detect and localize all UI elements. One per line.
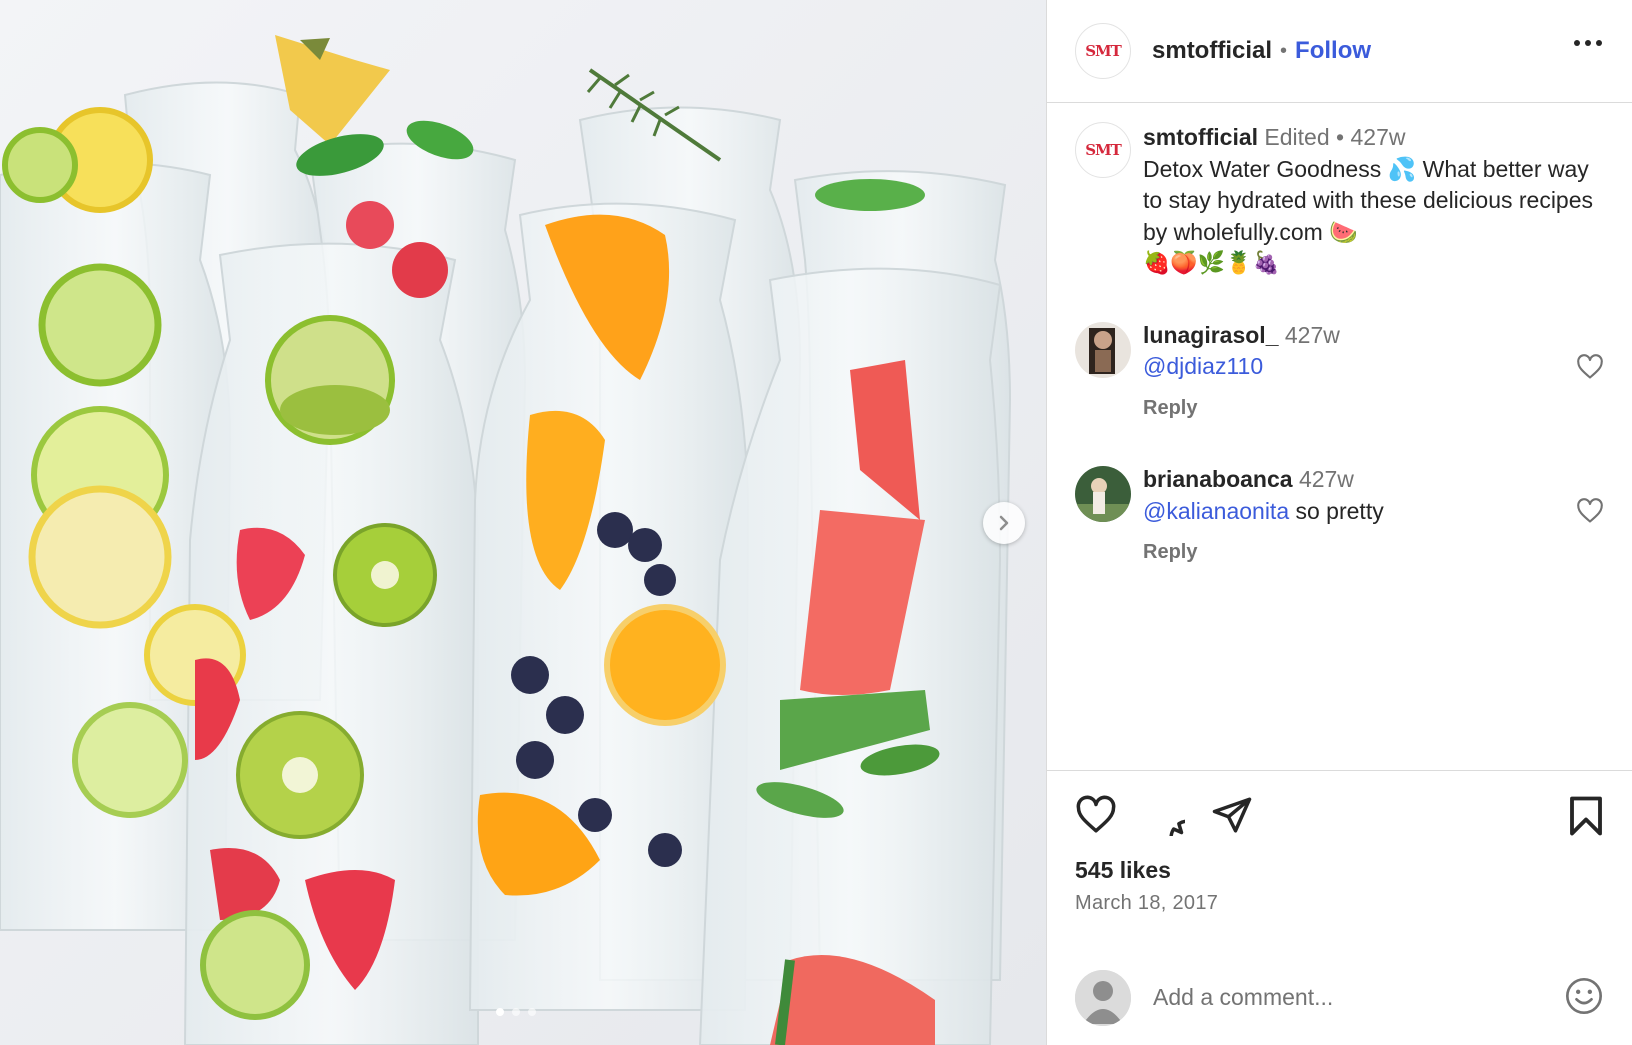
avatar-logo-text: SMT (1085, 141, 1122, 159)
comment-text: so pretty (1289, 497, 1384, 524)
detox-water-bottles-image (0, 0, 1046, 1045)
heart-icon (1577, 353, 1603, 379)
header-username[interactable]: smtofficial (1152, 37, 1272, 65)
comment-time[interactable]: 427w (1285, 322, 1340, 348)
share-icon (1212, 797, 1252, 832)
caption-username[interactable]: smtofficial (1143, 124, 1258, 150)
comment-username[interactable]: lunagirasol_ (1143, 322, 1278, 348)
separator-dot: • (1336, 124, 1351, 150)
caption-emojis: 🍓🍑🌿🍍🍇 (1143, 251, 1280, 276)
action-icons-row (1075, 794, 1604, 856)
follow-button[interactable]: Follow (1295, 37, 1371, 65)
carousel-dot (496, 1008, 504, 1016)
post-header: SMT smtofficial • Follow (1047, 0, 1632, 103)
reply-button[interactable]: Reply (1143, 537, 1604, 569)
avatar[interactable] (1075, 321, 1131, 378)
heart-icon (1577, 498, 1603, 523)
comment-mention[interactable]: @djdiaz110 (1143, 353, 1263, 379)
avatar-logo-text: SMT (1085, 42, 1122, 60)
avatar[interactable]: SMT (1075, 122, 1131, 178)
comment-mention[interactable]: @kalianaonita (1143, 498, 1289, 524)
comment-button[interactable] (1143, 794, 1207, 856)
comment-input[interactable] (1153, 984, 1533, 1011)
comment-icon (1169, 818, 1207, 856)
post-date[interactable]: March 18, 2017 (1075, 892, 1604, 915)
like-comment-button[interactable] (1576, 498, 1604, 529)
comment-item: lunagirasol_ 427w @djdiaz110 Reply (1075, 320, 1604, 425)
smiley-icon (1566, 978, 1602, 1014)
post-side-panel: SMT smtofficial • Follow SMT smtofficial… (1046, 0, 1632, 1045)
avatar[interactable] (1075, 466, 1131, 522)
chevron-right-icon (999, 515, 1009, 531)
share-button[interactable] (1211, 794, 1253, 841)
avatar[interactable]: SMT (1075, 23, 1131, 79)
more-options-button[interactable] (1574, 40, 1602, 46)
post-actions: 545 likes March 18, 2017 (1047, 770, 1632, 915)
carousel-dot (512, 1008, 520, 1016)
post-photo[interactable] (0, 0, 1046, 1045)
more-icon (1574, 40, 1580, 46)
comment-username[interactable]: brianaboanca (1143, 466, 1293, 492)
heart-icon (1076, 795, 1116, 832)
like-comment-button[interactable] (1576, 353, 1604, 385)
likes-count[interactable]: 545 likes (1075, 857, 1604, 884)
caption-text: Detox Water Goodness 💦 What better way t… (1143, 155, 1594, 245)
post-caption: SMT smtofficial Edited • 427w Detox Wate… (1075, 122, 1604, 280)
reply-button[interactable]: Reply (1143, 393, 1604, 425)
separator-dot: • (1280, 39, 1288, 62)
save-button[interactable] (1568, 795, 1604, 842)
carousel-next-button[interactable] (983, 502, 1025, 544)
carousel-indicator (496, 1008, 536, 1016)
comment-time[interactable]: 427w (1299, 466, 1354, 492)
comments-area[interactable]: SMT smtofficial Edited • 427w Detox Wate… (1047, 104, 1632, 769)
user-icon (1075, 969, 1131, 1026)
like-button[interactable] (1075, 795, 1117, 840)
bookmark-icon (1570, 796, 1602, 836)
avatar (1075, 969, 1131, 1026)
edited-label: Edited (1264, 124, 1330, 150)
caption-time[interactable]: 427w (1350, 124, 1405, 150)
emoji-picker-button[interactable] (1564, 976, 1604, 1021)
carousel-dot (528, 1008, 536, 1016)
add-comment-bar (1047, 960, 1632, 1035)
comment-item: brianaboanca 427w @kalianaonita so prett… (1075, 464, 1604, 569)
